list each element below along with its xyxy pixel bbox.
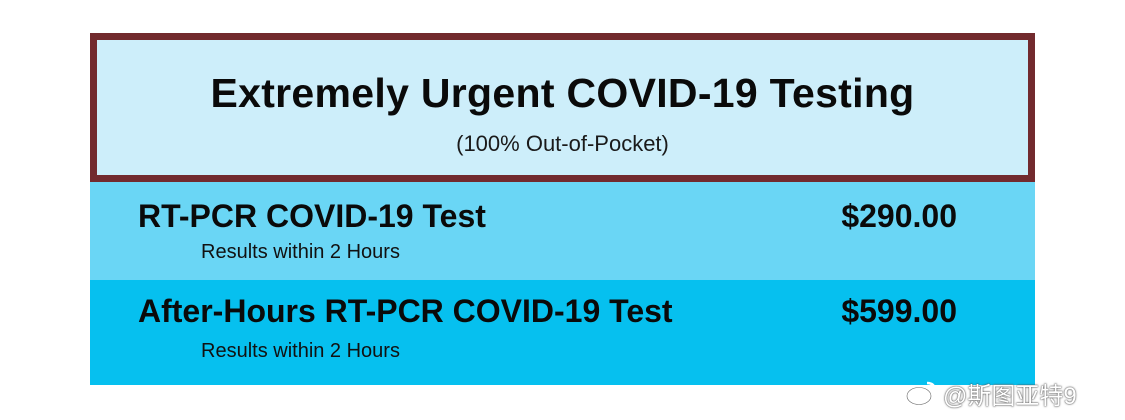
test-note: Results within 2 Hours <box>201 241 400 263</box>
test-price: $599.00 <box>841 293 957 329</box>
page-subtitle: (100% Out-of-Pocket) <box>456 131 669 156</box>
watermark-text: @斯图亚特9 <box>943 382 1077 410</box>
weibo-icon <box>905 379 939 407</box>
price-row-after-hours: After-Hours RT-PCR COVID-19 Test Results… <box>90 280 1035 385</box>
pricing-header: Extremely Urgent COVID-19 Testing (100% … <box>90 33 1035 182</box>
watermark: @斯图亚特9 <box>905 378 1077 410</box>
price-row-rt-pcr: RT-PCR COVID-19 Test Results within 2 Ho… <box>90 182 1035 280</box>
test-price: $290.00 <box>841 198 957 234</box>
test-name: After-Hours RT-PCR COVID-19 Test <box>138 293 673 329</box>
page-title: Extremely Urgent COVID-19 Testing <box>210 70 915 116</box>
pricing-card: Extremely Urgent COVID-19 Testing (100% … <box>90 33 1035 385</box>
test-name: RT-PCR COVID-19 Test <box>138 198 486 234</box>
test-note: Results within 2 Hours <box>201 340 400 362</box>
